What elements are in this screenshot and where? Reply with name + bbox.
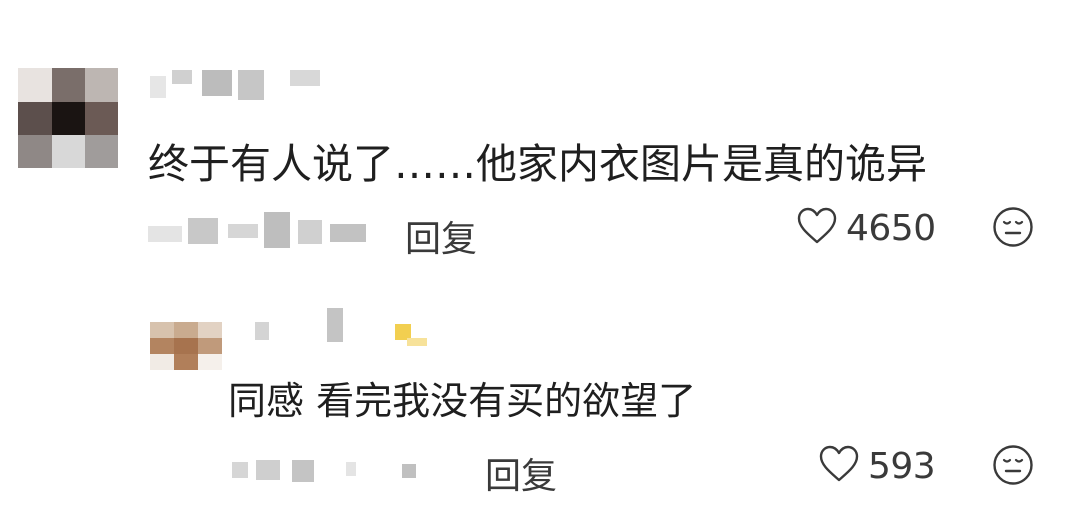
like-count: 593 <box>868 445 936 487</box>
like-button[interactable]: 593 <box>818 444 936 488</box>
neutral-face-icon[interactable] <box>992 206 1034 252</box>
heart-outline-icon <box>818 444 860 488</box>
comment-text: 终于有人说了……他家内衣图片是真的诡异 <box>148 140 927 188</box>
username[interactable] <box>255 308 435 348</box>
like-count: 4650 <box>846 207 936 249</box>
comment-timestamp <box>148 212 378 250</box>
comment-text: 同感 看完我没有买的欲望了 <box>228 379 697 423</box>
reply-button[interactable]: 回复 <box>485 447 557 499</box>
comment-timestamp <box>232 452 432 486</box>
avatar[interactable] <box>150 322 222 370</box>
heart-outline-icon <box>796 206 838 250</box>
like-button[interactable]: 4650 <box>796 206 936 250</box>
reply-button[interactable]: 回复 <box>405 210 477 262</box>
neutral-face-icon[interactable] <box>992 444 1034 490</box>
username[interactable] <box>150 70 330 100</box>
avatar[interactable] <box>18 68 118 168</box>
